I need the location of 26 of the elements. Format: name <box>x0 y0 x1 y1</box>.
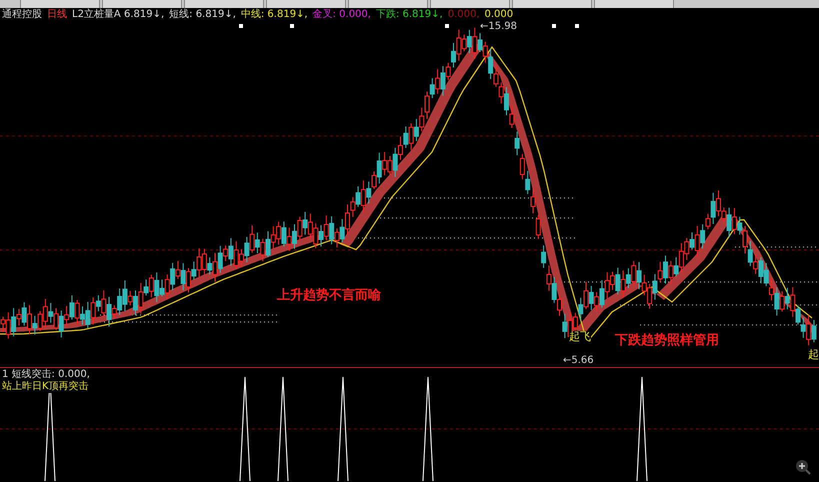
toolbar-tab[interactable] <box>594 0 674 8</box>
legend-item: 0.000 <box>484 10 514 20</box>
legend-item: 日线 <box>47 10 67 20</box>
legend-item: 通程控股 <box>2 10 42 20</box>
price-label: ←5.66 <box>563 356 594 366</box>
chart-caption: 上升趋势不言而喻 <box>277 286 381 305</box>
toolbar-tab[interactable] <box>430 0 510 8</box>
signal-label: 起 <box>808 349 819 360</box>
price-label: ←15.98 <box>480 22 518 32</box>
toolbar-tab[interactable] <box>20 0 100 8</box>
indicator-signal-name: 站上昨日K顶再突击 <box>2 381 90 393</box>
toolbar-tab[interactable] <box>266 0 346 8</box>
legend-item: 0.000, <box>448 10 480 20</box>
toolbar-tab[interactable] <box>102 0 182 8</box>
legend-item: L2立桩量A 6.819↓, <box>72 10 164 20</box>
toolbar-tab[interactable] <box>184 0 264 8</box>
legend-item: 下跌: 6.819↓, <box>376 10 443 20</box>
chart-caption: 下跌趋势照样管用 <box>615 332 719 350</box>
toolbar-tab[interactable] <box>348 0 428 8</box>
legend-item: 金叉: 0.000, <box>312 10 371 20</box>
legend-item: 短线: 6.819↓, <box>169 10 236 20</box>
signal-label: 起飞 <box>569 331 591 342</box>
indicator-header: 1 短线突击: 0.000, <box>2 369 90 380</box>
toolbar-tab[interactable] <box>512 0 592 8</box>
zoom-icon[interactable] <box>795 459 811 475</box>
legend-item: 中线: 6.819↓, <box>240 10 308 20</box>
